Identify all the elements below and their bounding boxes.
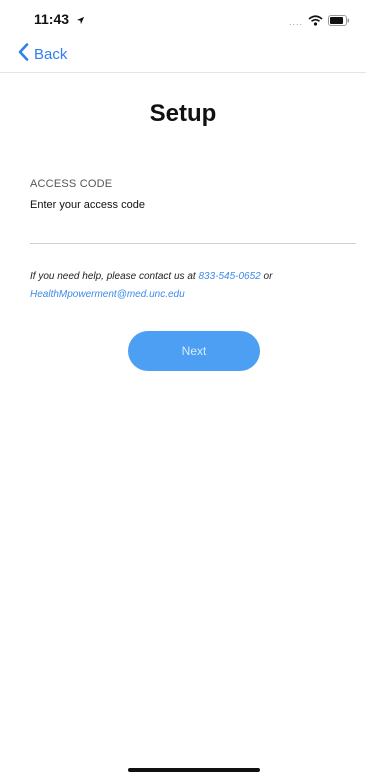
navigation-bar: Back xyxy=(0,38,366,73)
page-title: Setup xyxy=(149,100,217,127)
status-time: 11:43 xyxy=(34,11,85,28)
location-arrow-icon xyxy=(76,12,85,28)
access-code-input[interactable] xyxy=(30,196,356,244)
status-bar: 11:43 .... xyxy=(0,0,366,40)
phone-link[interactable]: 833-545-0652 xyxy=(198,271,260,282)
help-text-or: or xyxy=(260,271,273,282)
help-text-intro: If you need help, please contact us at xyxy=(30,271,199,282)
back-button[interactable]: Back xyxy=(18,42,67,66)
back-label: Back xyxy=(34,45,68,63)
home-indicator xyxy=(128,768,260,772)
email-link[interactable]: HealthMpowerment@med.unc.edu xyxy=(30,289,185,300)
battery-icon xyxy=(328,13,350,31)
help-text: If you need help, please contact us at 8… xyxy=(30,268,350,304)
next-button[interactable]: Next xyxy=(128,331,260,371)
signal-icon: .... xyxy=(288,17,303,27)
chevron-left-icon xyxy=(18,42,29,66)
wifi-icon xyxy=(308,13,323,31)
status-icons: .... xyxy=(289,13,350,31)
status-time-text: 11:43 xyxy=(34,11,70,27)
access-code-label: ACCESS CODE xyxy=(30,178,113,190)
